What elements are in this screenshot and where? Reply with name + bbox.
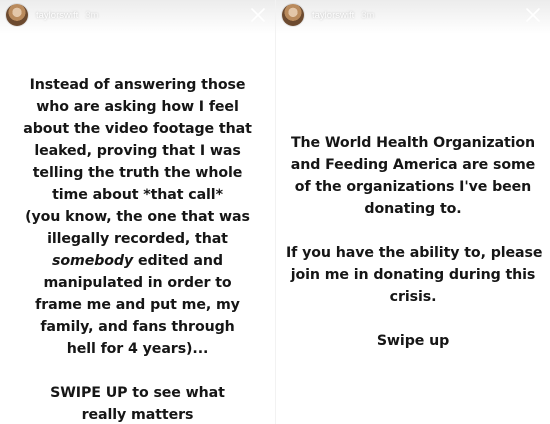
story-text-line: crisis. (389, 289, 437, 305)
story-text-line: Swipe up (376, 333, 450, 349)
story-header: taylorswift 3m (6, 3, 269, 27)
story-text-line: illegally recorded, that (47, 231, 228, 247)
story-text-line: telling the truth the whole (32, 165, 243, 181)
close-icon (251, 8, 265, 22)
close-button[interactable] (522, 4, 544, 26)
username[interactable]: taylorswift (36, 10, 78, 21)
story-text-line: and Feeding America are some (290, 157, 536, 173)
story-text-line: frame me and put me, my (35, 297, 240, 313)
story-text-line: family, and fans through (40, 319, 235, 335)
avatar[interactable] (6, 4, 28, 26)
story-text-line: manipulated in order to (43, 275, 232, 291)
story-text-line: hell for 4 years)... (66, 341, 209, 357)
story-text-line: The World Health Organization (290, 135, 536, 151)
story-text-line: If you have the ability to, please (286, 245, 543, 261)
story-text-line: (you know, the one that was (25, 209, 250, 225)
story-text-line: Instead of answering those (29, 77, 246, 93)
story-text-line: time about *that call* (52, 187, 223, 203)
story-text-line: SWIPE UP to see what (50, 385, 225, 401)
story-text-line: of the organizations I've been (294, 179, 532, 195)
story-text-line: leaked, proving that I was (34, 143, 241, 159)
story-text-line: really matters (81, 407, 194, 423)
story-text: The World Health Organization and Feeding… (286, 132, 543, 352)
story-header: taylorswift 3m (282, 3, 544, 27)
username[interactable]: taylorswift (312, 10, 354, 21)
story-text-line: donating to. (364, 201, 462, 217)
story-text: Instead of answering those who are asking… (10, 74, 265, 424)
timestamp: 3m (85, 9, 99, 21)
story-text-line: who are asking how I feel (36, 99, 239, 115)
story-panel-right[interactable]: taylorswift 3m The World Health Organiza… (275, 0, 550, 424)
emphasis: somebody (52, 253, 134, 269)
story-panel-left[interactable]: taylorswift 3m Instead of answering thos… (0, 0, 275, 424)
story-text-line: join me in donating during this (290, 267, 536, 283)
close-icon (526, 8, 540, 22)
story-text-line: about the video footage that (23, 121, 252, 137)
avatar[interactable] (282, 4, 304, 26)
story-viewer: taylorswift 3m Instead of answering thos… (0, 0, 550, 424)
timestamp: 3m (361, 9, 375, 21)
story-text-line: somebody edited and (52, 253, 223, 269)
close-button[interactable] (247, 4, 269, 26)
